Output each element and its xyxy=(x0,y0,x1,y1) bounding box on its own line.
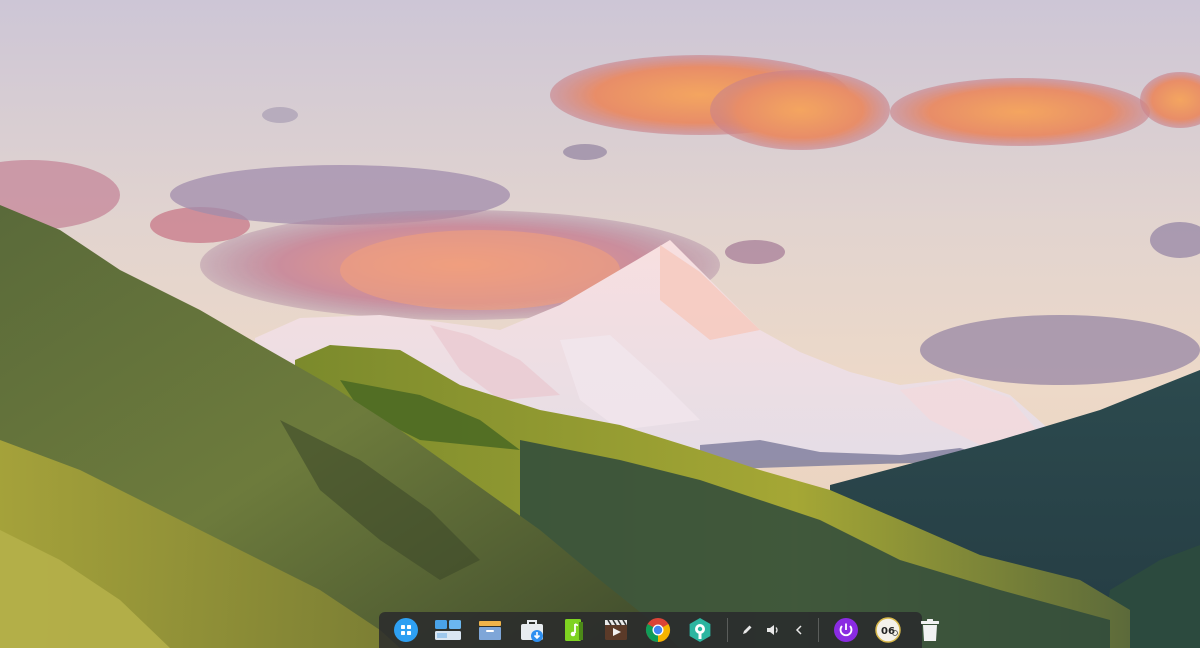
trash-icon[interactable] xyxy=(912,612,948,648)
movie-player-icon[interactable] xyxy=(598,612,634,648)
dock-separator xyxy=(818,618,819,642)
control-center-icon[interactable] xyxy=(682,612,718,648)
dock-separator xyxy=(727,618,728,642)
wallpaper xyxy=(0,0,1200,648)
volume-icon[interactable] xyxy=(762,612,784,648)
power-icon[interactable] xyxy=(828,612,864,648)
multitasking-icon[interactable] xyxy=(430,612,466,648)
dock: 06 xyxy=(379,612,939,648)
desktop: 06 xyxy=(0,0,1200,648)
file-manager-icon[interactable] xyxy=(472,612,508,648)
pen-icon[interactable] xyxy=(736,612,758,648)
chrome-icon[interactable] xyxy=(640,612,676,648)
music-player-icon[interactable] xyxy=(556,612,592,648)
clock-icon[interactable]: 06 xyxy=(870,612,906,648)
launcher-icon[interactable] xyxy=(388,612,424,648)
app-store-icon[interactable] xyxy=(514,612,550,648)
chevron-left-icon[interactable] xyxy=(788,612,810,648)
